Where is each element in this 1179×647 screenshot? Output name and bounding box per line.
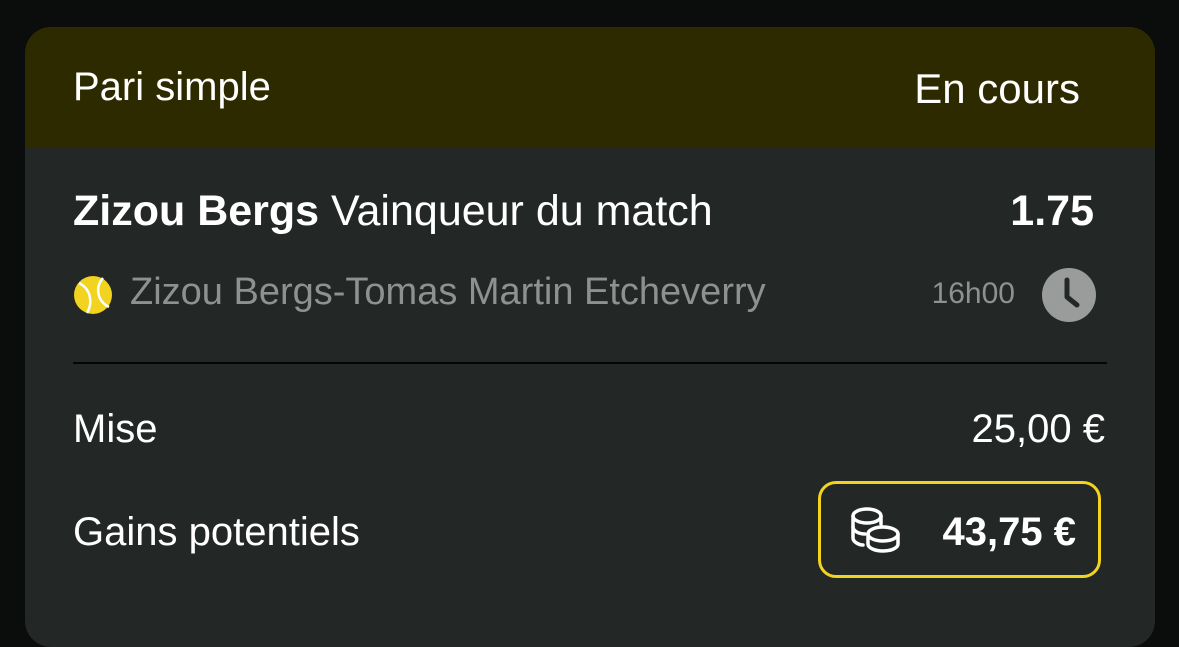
stake-label: Mise bbox=[73, 407, 158, 451]
match-start-time: 16h00 bbox=[931, 277, 1015, 310]
bet-status-label: En cours bbox=[914, 65, 1080, 112]
selection-market: Vainqueur du match bbox=[331, 187, 713, 235]
selection-player: Zizou Bergs bbox=[73, 187, 320, 235]
selection-title: Zizou Bergs Vainqueur du match bbox=[73, 187, 713, 236]
potential-gains-label: Gains potentiels bbox=[73, 510, 360, 554]
potential-gains-box: 43,75 € bbox=[818, 481, 1101, 578]
bet-card[interactable]: Pari simple En cours Zizou Bergs Vainque… bbox=[25, 27, 1155, 647]
potential-gains-value: 43,75 € bbox=[942, 510, 1076, 554]
tennis-ball-icon bbox=[74, 276, 112, 314]
coins-icon bbox=[851, 507, 900, 553]
bet-card-header: Pari simple En cours bbox=[25, 27, 1155, 147]
match-name[interactable]: Zizou Bergs-Tomas Martin Etcheverry bbox=[130, 271, 766, 314]
section-divider bbox=[73, 362, 1107, 364]
bet-type-label: Pari simple bbox=[73, 65, 271, 109]
stake-value: 25,00 € bbox=[971, 407, 1105, 451]
selection-odds: 1.75 bbox=[1010, 187, 1094, 235]
clock-icon bbox=[1042, 268, 1096, 322]
